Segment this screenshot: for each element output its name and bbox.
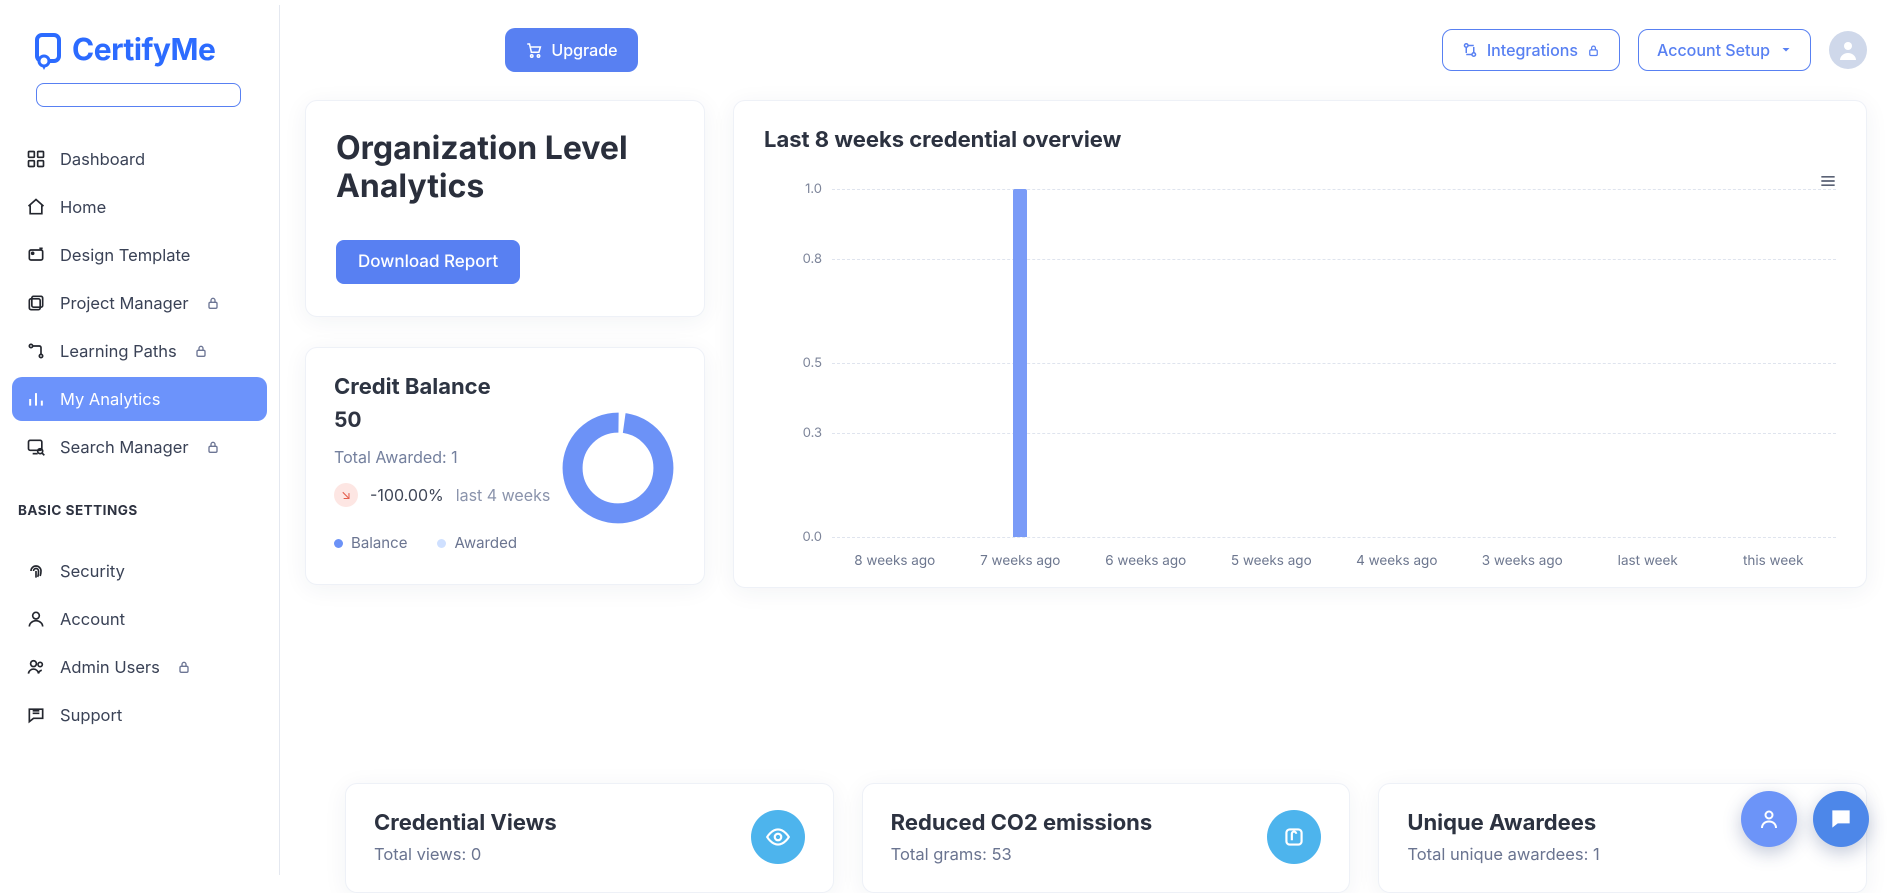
chevron-down-icon — [1780, 44, 1792, 56]
stat-title: Reduced CO2 emissions — [891, 810, 1153, 836]
credit-balance-title: Credit Balance — [334, 374, 676, 400]
path-icon — [26, 341, 46, 361]
admin-users-icon — [26, 657, 46, 677]
y-tick-label: 0.5 — [803, 355, 822, 371]
stat-title: Unique Awardees — [1407, 810, 1599, 836]
template-icon — [26, 245, 46, 265]
stat-credential-views-card: Credential Views Total views: 0 — [345, 783, 834, 893]
overview-chart-title: Last 8 weeks credential overview — [764, 127, 1836, 153]
cart-icon — [525, 41, 543, 59]
trend-down-icon: ↘ — [334, 483, 358, 507]
chat-button[interactable] — [1813, 791, 1869, 847]
x-tick-label: last week — [1585, 553, 1711, 569]
account-icon — [26, 609, 46, 629]
y-tick-label: 0.8 — [803, 251, 822, 267]
sidebar-item-my-analytics[interactable]: My Analytics — [12, 377, 267, 421]
legend-balance: Balance — [334, 533, 407, 552]
sidebar-item-label: Project Manager — [60, 293, 189, 313]
sidebar-item-label: Home — [60, 197, 106, 217]
fingerprint-icon — [26, 561, 46, 581]
sidebar-item-security[interactable]: Security — [12, 549, 267, 593]
sidebar-item-label: Admin Users — [60, 657, 160, 677]
dashboard-icon — [26, 149, 46, 169]
sidebar-item-dashboard[interactable]: Dashboard — [12, 137, 267, 181]
org-analytics-card: Organization Level Analytics Download Re… — [305, 100, 705, 317]
account-setup-button[interactable]: Account Setup — [1638, 29, 1811, 71]
x-tick-label: 7 weeks ago — [958, 553, 1084, 569]
hamburger-icon — [1818, 171, 1838, 191]
credit-balance-card: Credit Balance 50 Total Awarded: 1 ↘ -10… — [305, 347, 705, 585]
user-icon — [1836, 38, 1860, 62]
sidebar-item-admin-users[interactable]: Admin Users — [12, 645, 267, 689]
x-tick-label: 8 weeks ago — [832, 553, 958, 569]
org-analytics-title: Organization Level Analytics — [336, 129, 674, 206]
sidebar-item-learning-paths[interactable]: Learning Paths — [12, 329, 267, 373]
chat-icon — [1828, 806, 1854, 832]
stat-sub: Total grams: 53 — [891, 844, 1153, 864]
overview-chart-plot: 0.00.30.50.81.0 8 weeks ago7 weeks ago6 … — [786, 189, 1836, 537]
account-setup-label: Account Setup — [1657, 40, 1770, 60]
sidebar-item-home[interactable]: Home — [12, 185, 267, 229]
download-report-button[interactable]: Download Report — [336, 240, 520, 284]
eye-icon — [751, 810, 805, 864]
sidebar-section-basic-settings: BASIC SETTINGS — [18, 503, 261, 519]
sidebar-item-label: Learning Paths — [60, 341, 177, 361]
sidebar-item-support[interactable]: Support — [12, 693, 267, 737]
lock-icon — [1586, 43, 1601, 58]
x-tick-label: 5 weeks ago — [1209, 553, 1335, 569]
legend-awarded: Awarded — [437, 533, 517, 552]
lock-icon — [205, 439, 221, 455]
y-tick-label: 1.0 — [805, 181, 822, 197]
credit-period: last 4 weeks — [456, 485, 551, 505]
sidebar-item-project-manager[interactable]: Project Manager — [12, 281, 267, 325]
y-tick-label: 0.3 — [803, 425, 822, 441]
sidebar-item-label: Search Manager — [60, 437, 189, 457]
x-tick-label: 4 weeks ago — [1334, 553, 1460, 569]
search-monitor-icon — [26, 437, 46, 457]
integrations-button[interactable]: Integrations — [1442, 29, 1620, 71]
sidebar-item-label: Design Template — [60, 245, 190, 265]
stat-unique-awardees-card: Unique Awardees Total unique awardees: 1 — [1378, 783, 1867, 893]
chart-bar — [1013, 189, 1027, 537]
stat-title: Credential Views — [374, 810, 557, 836]
integrations-label: Integrations — [1487, 40, 1578, 60]
integrations-icon — [1461, 41, 1479, 59]
home-icon — [26, 197, 46, 217]
sidebar-item-label: Support — [60, 705, 122, 725]
download-report-label: Download Report — [358, 252, 498, 272]
stat-co2-card: Reduced CO2 emissions Total grams: 53 — [862, 783, 1351, 893]
sidebar-item-search-manager[interactable]: Search Manager — [12, 425, 267, 469]
sidebar-item-label: Dashboard — [60, 149, 145, 169]
lock-icon — [176, 659, 192, 675]
topup-label: TOP-UP CREDITS — [37, 83, 240, 85]
overview-chart-card: Last 8 weeks credential overview 0.0 0.3 0… — [733, 100, 1867, 588]
sidebar-item-account[interactable]: Account — [12, 597, 267, 641]
lock-icon — [193, 343, 209, 359]
credit-percent: -100.00% — [370, 485, 444, 505]
sidebar: TOP-UP CREDITS Dashboard Home Design Tem… — [0, 5, 280, 875]
topup-credits-button[interactable]: TOP-UP CREDITS — [36, 83, 241, 107]
stat-sub: Total views: 0 — [374, 844, 557, 864]
co2-icon — [1267, 810, 1321, 864]
credit-donut-chart — [558, 408, 678, 528]
sidebar-item-label: Account — [60, 609, 125, 629]
x-tick-label: 3 weeks ago — [1460, 553, 1586, 569]
help-user-button[interactable] — [1741, 791, 1797, 847]
sidebar-item-label: My Analytics — [60, 389, 160, 409]
lock-icon — [205, 295, 221, 311]
sidebar-item-design-template[interactable]: Design Template — [12, 233, 267, 277]
user-icon — [1757, 807, 1781, 831]
support-icon — [26, 705, 46, 725]
sidebar-item-label: Security — [60, 561, 125, 581]
avatar[interactable] — [1829, 31, 1867, 69]
upgrade-button[interactable]: Upgrade — [505, 28, 637, 72]
x-tick-label: this week — [1711, 553, 1837, 569]
project-icon — [26, 293, 46, 313]
analytics-icon — [26, 389, 46, 409]
stat-sub: Total unique awardees: 1 — [1407, 844, 1599, 864]
upgrade-label: Upgrade — [551, 40, 617, 60]
y-tick-label: 0.0 — [803, 529, 823, 545]
x-tick-label: 6 weeks ago — [1083, 553, 1209, 569]
